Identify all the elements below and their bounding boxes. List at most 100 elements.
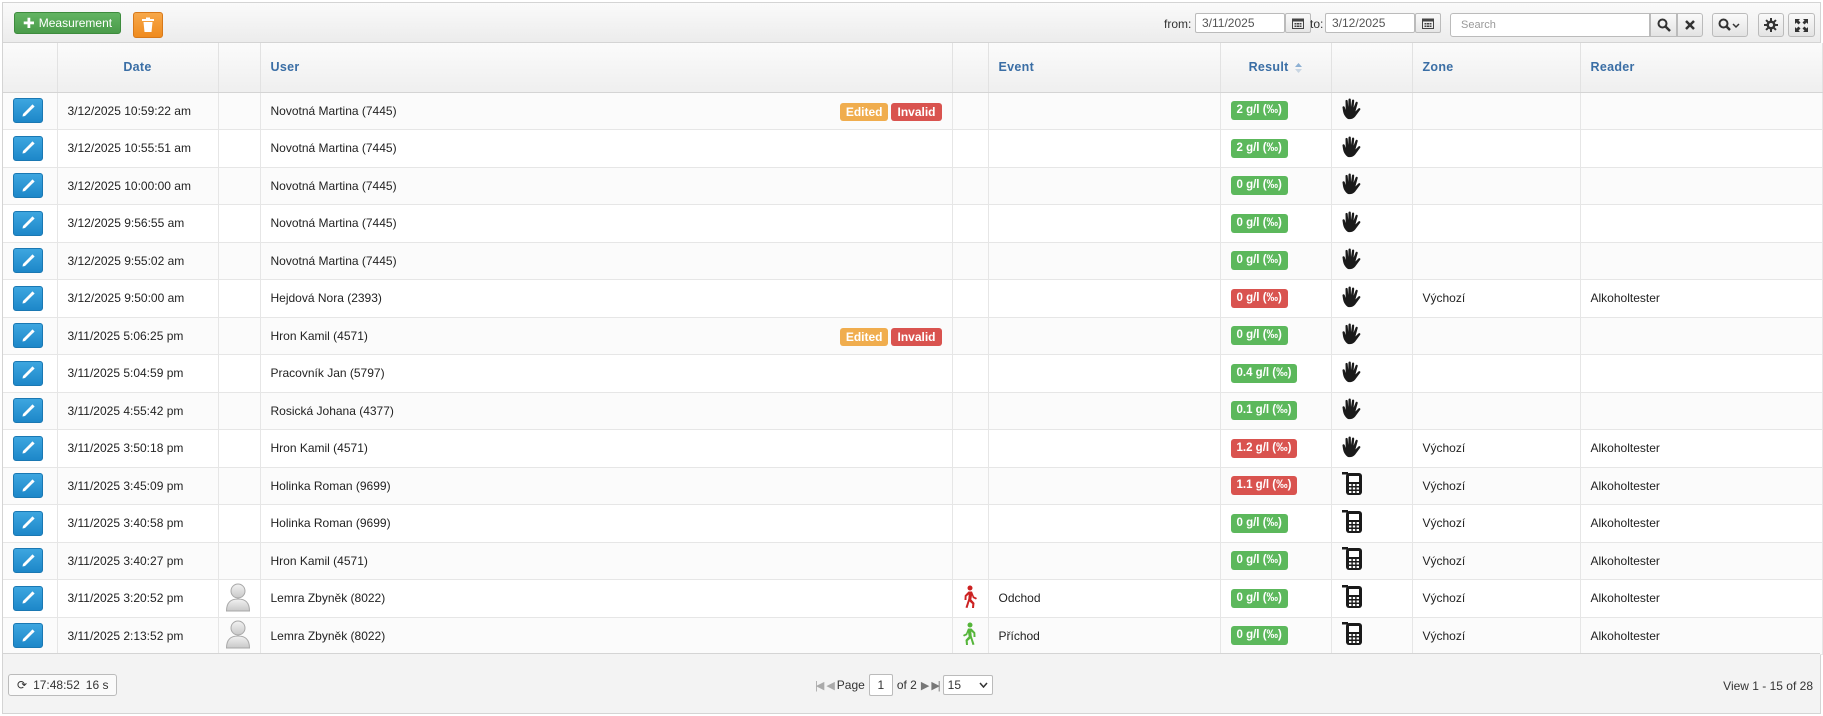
- delete-button[interactable]: [133, 12, 163, 38]
- result-cell: 2 g/l (‰): [1220, 129, 1332, 168]
- avatar-icon: [225, 620, 250, 649]
- search-input[interactable]: Search: [1450, 13, 1650, 37]
- table-row[interactable]: 3/12/2025 9:55:02 am Novotná Martina (744…: [3, 242, 1823, 280]
- table-row[interactable]: 3/11/2025 3:50:18 pm Hron Kamil (4571) 1.2…: [3, 429, 1823, 468]
- table-row[interactable]: 3/11/2025 3:45:09 pm Holinka Roman (9699)…: [3, 467, 1823, 505]
- event-cell: [988, 467, 1221, 505]
- table-row[interactable]: 3/12/2025 10:55:51 am Novotná Martina (74…: [3, 129, 1823, 168]
- refresh-interval: 16 s: [85, 678, 109, 692]
- edit-cell: [3, 92, 58, 130]
- avatar-cell: [218, 317, 261, 355]
- search-icon: [1657, 18, 1671, 32]
- event-icon-cell: [952, 579, 989, 618]
- avatar-cell: [218, 429, 261, 468]
- clear-search-button[interactable]: [1677, 13, 1703, 37]
- source-cell: [1331, 129, 1413, 168]
- edit-button[interactable]: [13, 135, 43, 161]
- settings-button[interactable]: [1758, 13, 1784, 37]
- table-row[interactable]: 3/12/2025 9:50:00 am Hejdová Nora (2393) 0…: [3, 279, 1823, 318]
- edit-button[interactable]: [13, 323, 43, 349]
- table-row[interactable]: 3/11/2025 2:13:52 pm Lemra Zbyněk (8022) P…: [3, 617, 1823, 655]
- search-button[interactable]: [1650, 13, 1677, 37]
- edited-badge: Edited: [839, 102, 889, 121]
- edit-button[interactable]: [13, 473, 43, 499]
- zone-cell: [1412, 129, 1581, 168]
- advanced-search-button[interactable]: [1712, 13, 1748, 37]
- column-header-user[interactable]: User: [260, 43, 953, 93]
- rows-per-page-select[interactable]: 15: [942, 675, 993, 695]
- table-row[interactable]: 3/12/2025 9:56:55 am Novotná Martina (744…: [3, 204, 1823, 243]
- edit-cell: [3, 504, 58, 543]
- avatar-icon: [225, 583, 250, 612]
- table-row[interactable]: 3/11/2025 5:06:25 pm Hron Kamil (4571) Edi…: [3, 317, 1823, 355]
- avatar-cell: [218, 92, 261, 130]
- avatar-cell: [218, 242, 261, 280]
- table-row[interactable]: 3/11/2025 3:40:27 pm Hron Kamil (4571) 0 g…: [3, 542, 1823, 580]
- event-icon-cell: [952, 279, 989, 318]
- pencil-icon: [22, 404, 35, 417]
- calendar-icon: [1292, 18, 1304, 29]
- edit-button[interactable]: [13, 98, 43, 124]
- add-measurement-button[interactable]: ✚ Measurement: [14, 12, 122, 34]
- next-page-icon[interactable]: ▶: [921, 679, 930, 692]
- event-cell: [988, 392, 1221, 430]
- source-cell: [1331, 504, 1413, 543]
- zone-cell: [1412, 92, 1581, 130]
- result-cell: 0.4 g/l (‰): [1220, 354, 1332, 393]
- avatar-cell: [218, 579, 261, 618]
- reader-cell: Alkoholtester: [1580, 542, 1823, 580]
- result-cell: 0 g/l (‰): [1220, 617, 1332, 655]
- date-cell: 3/12/2025 9:55:02 am: [57, 242, 219, 280]
- from-date-input[interactable]: 3/11/2025: [1195, 13, 1285, 33]
- user-cell: Holinka Roman (9699): [260, 504, 953, 543]
- auto-refresh-button[interactable]: ⟳ 17:48:52 16 s: [8, 674, 118, 696]
- last-page-icon[interactable]: ▶|: [931, 679, 940, 692]
- edit-button[interactable]: [13, 248, 43, 274]
- table-row[interactable]: 3/12/2025 10:00:00 am Novotná Martina (74…: [3, 167, 1823, 205]
- table-row[interactable]: 3/12/2025 10:59:22 am Novotná Martina (74…: [3, 92, 1823, 130]
- edit-cell: [3, 392, 58, 430]
- event-icon-cell: [952, 129, 989, 168]
- column-header-zone[interactable]: Zone: [1412, 43, 1581, 93]
- date-cell: 3/12/2025 10:55:51 am: [57, 129, 219, 168]
- edit-button[interactable]: [13, 285, 43, 311]
- table-row[interactable]: 3/11/2025 5:04:59 pm Pracovník Jan (5797)…: [3, 354, 1823, 393]
- table-row[interactable]: 3/11/2025 3:20:52 pm Lemra Zbyněk (8022) O…: [3, 579, 1823, 618]
- avatar-cell: [218, 617, 261, 655]
- event-cell: Odchod: [988, 579, 1221, 618]
- edit-button[interactable]: [13, 623, 43, 649]
- column-header-reader[interactable]: Reader: [1580, 43, 1823, 93]
- trash-icon: [142, 17, 154, 32]
- event-icon-cell: [952, 167, 989, 205]
- edit-cell: [3, 317, 58, 355]
- source-cell: [1331, 617, 1413, 655]
- prev-page-icon[interactable]: ◀: [826, 679, 835, 692]
- zone-cell: Výchozí: [1412, 542, 1581, 580]
- edit-button[interactable]: [13, 510, 43, 536]
- column-header-event[interactable]: Event: [988, 43, 1221, 93]
- column-header-date[interactable]: Date: [57, 43, 219, 93]
- page-number-input[interactable]: 1: [868, 674, 893, 696]
- to-date-input[interactable]: 3/12/2025: [1325, 13, 1415, 33]
- table-row[interactable]: 3/11/2025 3:40:58 pm Holinka Roman (9699)…: [3, 504, 1823, 543]
- edit-button[interactable]: [13, 360, 43, 386]
- result-badge: 0.1 g/l (‰): [1230, 401, 1298, 421]
- column-header-result[interactable]: Result: [1220, 43, 1332, 93]
- edit-cell: [3, 204, 58, 243]
- reader-cell: [1580, 392, 1823, 430]
- fullscreen-button[interactable]: [1788, 13, 1815, 37]
- to-calendar-button[interactable]: [1415, 13, 1441, 33]
- edit-button[interactable]: [13, 210, 43, 236]
- first-page-icon[interactable]: |◀: [815, 679, 824, 692]
- edit-button[interactable]: [13, 398, 43, 424]
- user-name: Novotná Martina (7445): [270, 216, 397, 231]
- edit-button[interactable]: [13, 548, 43, 574]
- edit-button[interactable]: [13, 435, 43, 461]
- from-calendar-button[interactable]: [1285, 13, 1311, 33]
- pager: |◀ ◀ Page 1 of 2 ▶ ▶| 15: [815, 674, 993, 696]
- edit-button[interactable]: [13, 173, 43, 199]
- edit-cell: [3, 129, 58, 168]
- edit-button[interactable]: [13, 585, 43, 611]
- zone-cell: [1412, 317, 1581, 355]
- table-row[interactable]: 3/11/2025 4:55:42 pm Rosická Johana (4377…: [3, 392, 1823, 430]
